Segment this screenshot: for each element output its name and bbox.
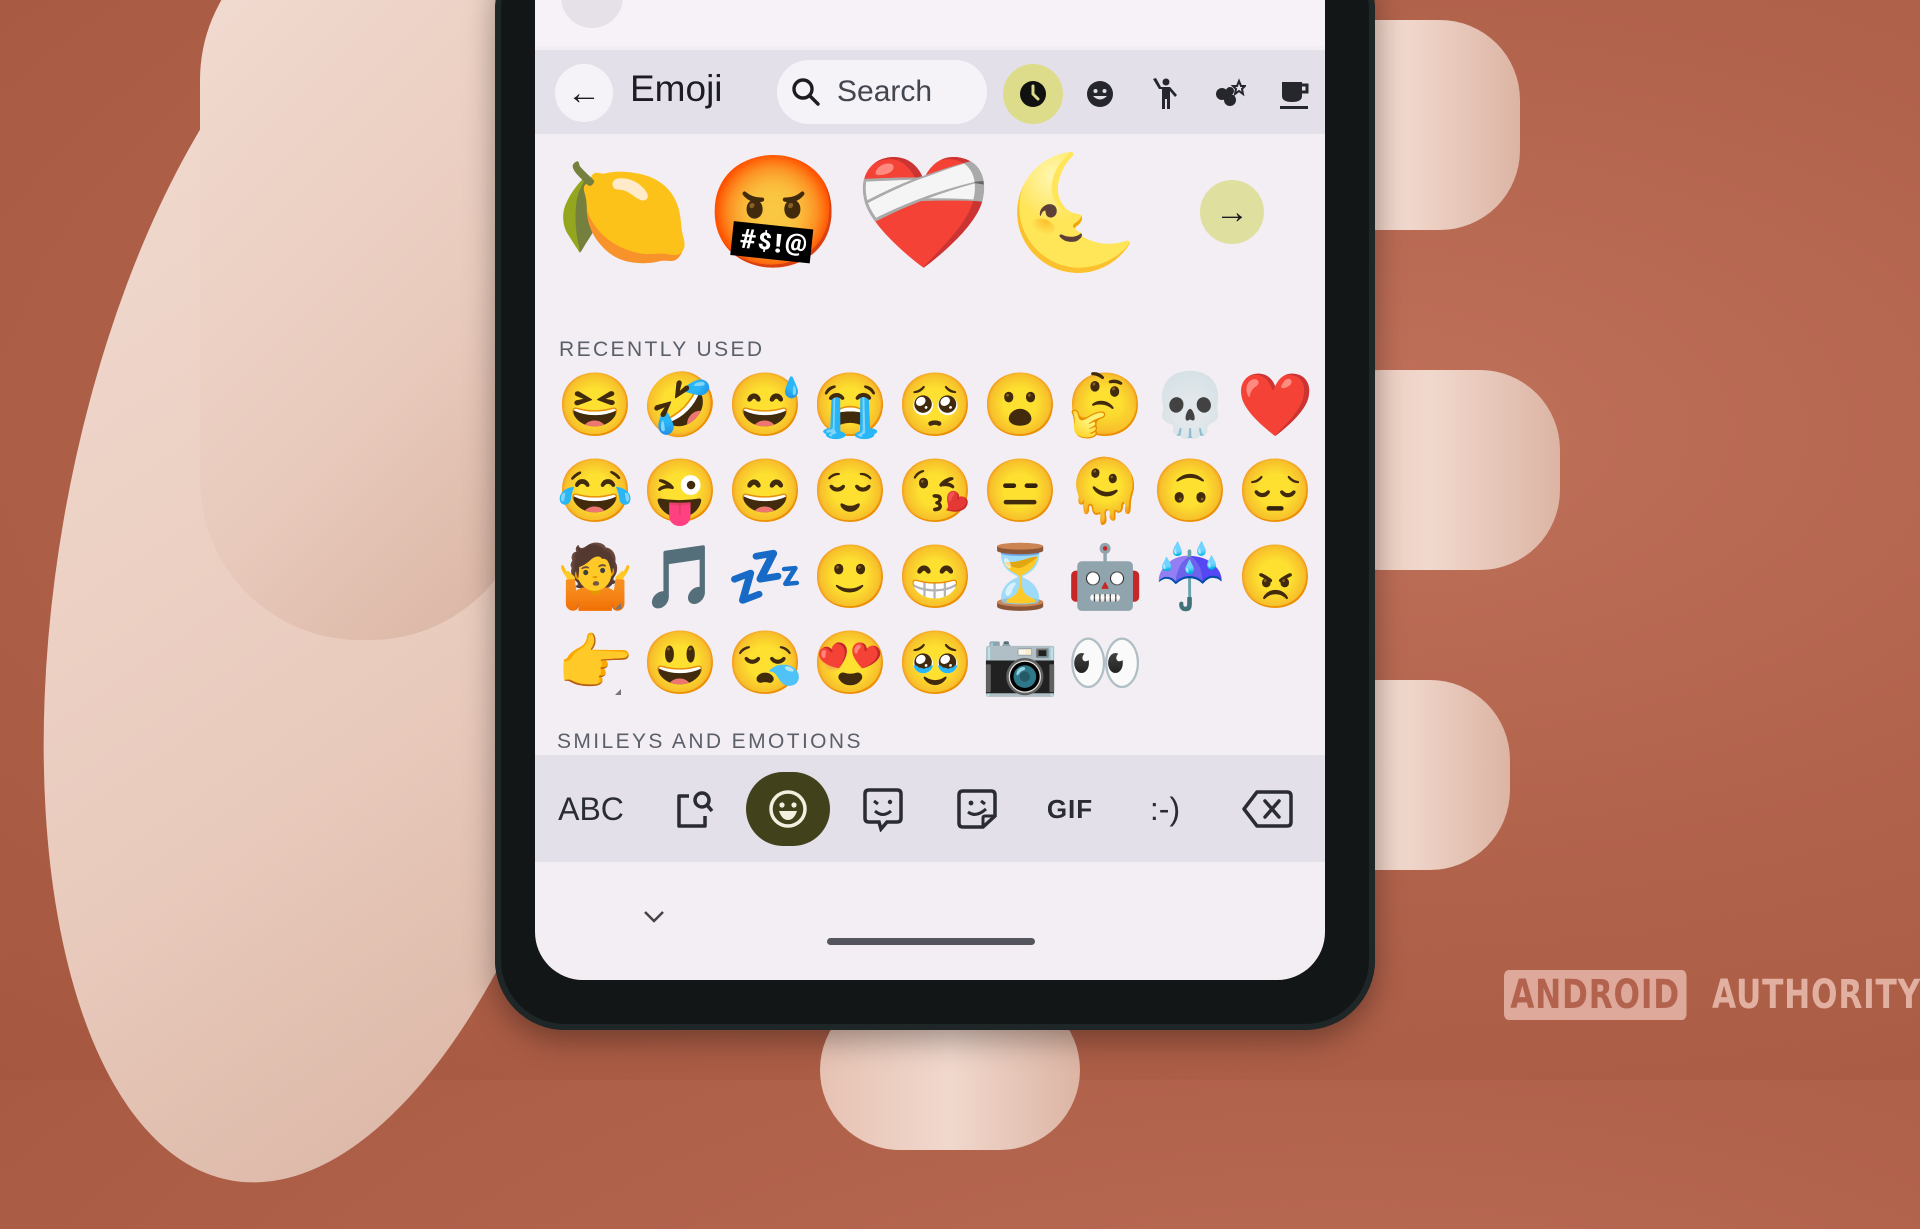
keyboard-bottom-bar: ABC GIF :-) <box>535 755 1325 862</box>
search-placeholder: Search <box>837 75 933 108</box>
emoji-header: ← Emoji Search <box>535 50 1325 134</box>
gif-button[interactable]: GIF <box>1040 779 1100 839</box>
emoji-key[interactable]: 😔 <box>1233 449 1318 535</box>
watermark-authority: AUTHORITY <box>1711 972 1920 1018</box>
search-icon <box>792 78 820 106</box>
emoji-key[interactable]: 📷 <box>978 621 1063 707</box>
emoticons-button[interactable]: :-) <box>1135 779 1195 839</box>
home-indicator[interactable] <box>827 938 1035 945</box>
emoji-key[interactable]: 😁 <box>893 535 978 621</box>
arrow-right-icon: → <box>1215 192 1249 231</box>
edit-icon[interactable] <box>907 0 941 8</box>
more-suggestions-button[interactable]: → <box>1200 180 1264 244</box>
category-recent[interactable] <box>1003 64 1063 124</box>
emoji-key[interactable]: 😠 <box>1233 535 1318 621</box>
emoji-key[interactable]: 😮 <box>978 363 1063 449</box>
coffee-icon <box>1280 82 1309 109</box>
emoji-key[interactable]: 🙃 <box>1148 449 1233 535</box>
smiley-icon <box>1087 81 1113 107</box>
emoji-key[interactable]: 🥹 <box>893 621 978 707</box>
emoji-key[interactable]: 👉 <box>553 621 638 707</box>
smileys-heading: SMILEYS AND EMOTIONS <box>557 730 863 753</box>
recently-used-heading: RECENTLY USED <box>559 338 765 361</box>
emoji-key[interactable]: ❤️ <box>1233 363 1318 449</box>
search-sticker-icon <box>677 791 714 828</box>
plus-icon[interactable]: + <box>561 0 623 28</box>
backspace-icon <box>1242 790 1293 828</box>
emoji-key[interactable]: 😌 <box>808 449 893 535</box>
emoji-key[interactable]: 😍 <box>808 621 893 707</box>
balloons-icon <box>1216 78 1246 106</box>
emoji-key[interactable]: 😑 <box>978 449 1063 535</box>
variant-indicator <box>615 689 621 695</box>
stickers-button[interactable] <box>947 779 1007 839</box>
emoji-key[interactable]: 🤖 <box>1063 535 1148 621</box>
emoji-key[interactable]: 🫠 <box>1063 449 1148 535</box>
emoji-key[interactable]: 🤔 <box>1063 363 1148 449</box>
kitchen-suggestion[interactable]: 🤬 <box>705 148 842 278</box>
category-food[interactable] <box>1265 64 1325 124</box>
abc-button[interactable]: ABC <box>553 779 629 839</box>
category-people[interactable] <box>1135 64 1195 124</box>
chevron-down-icon <box>644 911 664 923</box>
emoji-key[interactable]: 🥺 <box>893 363 978 449</box>
emoji-key[interactable]: 💤 <box>723 535 808 621</box>
emoji-key[interactable]: 👀 <box>1063 621 1148 707</box>
emoji-key[interactable]: ☔ <box>1148 535 1233 621</box>
clock-icon <box>1020 81 1046 107</box>
emoji-key[interactable]: 😘 <box>893 449 978 535</box>
person-waving-icon <box>1153 78 1177 109</box>
delete-button[interactable] <box>1235 779 1299 839</box>
emoji-key[interactable]: 😃 <box>638 621 723 707</box>
arrow-left-icon: ← <box>567 73 601 112</box>
emoticons-label: :-) <box>1149 790 1181 827</box>
back-button[interactable]: ← <box>555 64 613 122</box>
emoji-tab-button[interactable] <box>746 772 830 846</box>
emoji-key[interactable]: 😄 <box>723 449 808 535</box>
emoji-key[interactable]: 🙂 <box>808 535 893 621</box>
emoji-key[interactable]: 😆 <box>553 363 638 449</box>
chat-face-icon <box>863 788 903 832</box>
watermark-logo: ANDROID AUTHORITY <box>1504 970 1920 1020</box>
emoji-key[interactable]: 😜 <box>638 449 723 535</box>
emoji-key[interactable]: 😪 <box>723 621 808 707</box>
collapse-keyboard-button[interactable] <box>643 900 665 931</box>
text-format-icon[interactable]: Aa <box>655 0 692 4</box>
smiley-icon <box>769 790 807 828</box>
spiral-icon[interactable] <box>745 0 781 12</box>
recent-emoji-grid: 😆 🤣 😅 😭 🥺 😮 🤔 💀 ❤️ 😂 😜 😄 😌 😘 😑 🫠 🙃 😔 🤷 🎵 💤 🙂 😁 ⏳ 🤖 ☔ 😠 👉 😃 😪 😍 🥹 📷 👀 <box>553 363 1323 707</box>
emoji-key[interactable]: 😭 <box>808 363 893 449</box>
emoji-search-button[interactable] <box>665 779 725 839</box>
emoji-key[interactable]: 🤷 <box>553 535 638 621</box>
emoji-title: Emoji <box>630 68 723 109</box>
emoji-key[interactable]: ⏳ <box>978 535 1063 621</box>
keyboard-toolbar: + Aa @ <box>535 0 1325 46</box>
emoji-key[interactable]: 🤣 <box>638 363 723 449</box>
emoji-key[interactable]: 😅 <box>723 363 808 449</box>
bitmoji-button[interactable] <box>853 779 913 839</box>
sticker-icon <box>957 789 997 829</box>
emoji-key[interactable]: 💀 <box>1148 363 1233 449</box>
emoji-key[interactable]: 😂 <box>553 449 638 535</box>
emoji-search-input[interactable]: Search <box>777 60 987 124</box>
gif-label: GIF <box>1046 793 1094 824</box>
emoji-key[interactable]: 🎵 <box>638 535 723 621</box>
category-smileys[interactable] <box>1070 64 1130 124</box>
kitchen-suggestion[interactable]: ❤️‍🩹 <box>855 148 992 278</box>
kitchen-suggestion[interactable]: 🌜 <box>1005 148 1142 278</box>
kitchen-suggestion[interactable]: 🍋 <box>555 148 692 278</box>
category-activities[interactable] <box>1200 64 1260 124</box>
variant-indicator <box>615 603 621 609</box>
phone-screen: + Aa @ ← Emoji Search <box>535 0 1325 980</box>
hand-thumb <box>200 0 530 640</box>
watermark-android: ANDROID <box>1504 970 1687 1020</box>
